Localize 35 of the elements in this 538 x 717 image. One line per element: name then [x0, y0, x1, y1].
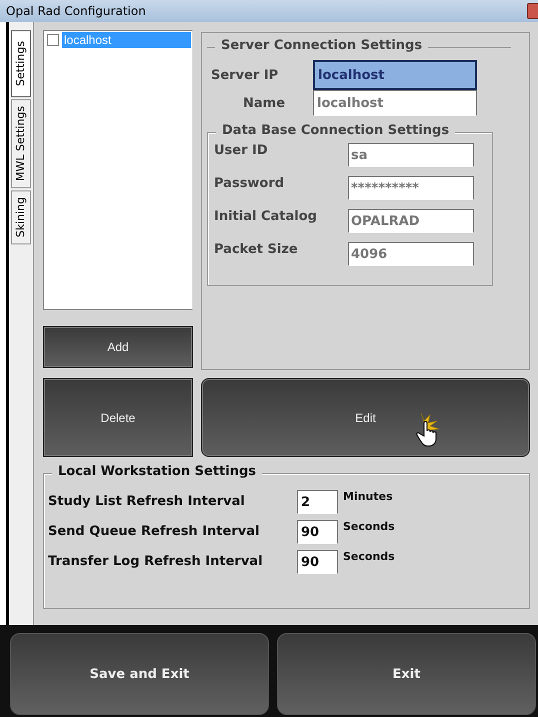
field-label: Transfer Log Refresh Interval: [48, 553, 264, 569]
field-label: Packet Size: [214, 242, 299, 257]
input-field[interactable]: sa: [348, 143, 474, 167]
field-label: User ID: [214, 143, 269, 158]
field-label: Password: [214, 176, 286, 191]
field-label: Server IP: [210, 68, 280, 82]
close-icon[interactable]: [527, 3, 538, 19]
input-field[interactable]: 90: [297, 550, 338, 574]
footer-button[interactable]: Exit: [277, 633, 536, 715]
window-title: Opal Rad Configuration: [6, 4, 146, 18]
unit-label: Minutes: [342, 490, 393, 503]
delete-button[interactable]: Delete: [43, 378, 193, 457]
checkbox[interactable]: [47, 34, 59, 46]
unit-label: Seconds: [342, 520, 395, 533]
input-field[interactable]: 4096: [348, 242, 474, 266]
footer-button[interactable]: Save and Exit: [10, 633, 269, 715]
settings-tab[interactable]: Settings: [11, 30, 31, 98]
add-button[interactable]: Add: [43, 326, 193, 368]
input-field[interactable]: OPALRAD: [348, 209, 474, 233]
edit-button[interactable]: Edit: [201, 378, 530, 457]
input-field[interactable]: localhost: [313, 90, 477, 116]
input-field[interactable]: localhost: [313, 60, 477, 90]
settings-tab[interactable]: Skining: [11, 190, 31, 245]
field-label: Name: [242, 96, 286, 110]
field-label: Send Queue Refresh Interval: [48, 523, 260, 539]
unit-label: Seconds: [342, 550, 395, 563]
field-label: Initial Catalog: [214, 209, 318, 224]
input-field[interactable]: **********: [348, 176, 474, 200]
field-label: Study List Refresh Interval: [48, 493, 246, 509]
group-title: Server Connection Settings: [215, 38, 428, 53]
input-field[interactable]: 2: [297, 490, 338, 514]
input-field[interactable]: 90: [297, 520, 338, 544]
group-title: Data Base Connection Settings: [216, 123, 456, 138]
settings-tab[interactable]: MWL Settings: [11, 99, 31, 188]
group-title: Local Workstation Settings: [52, 464, 262, 479]
